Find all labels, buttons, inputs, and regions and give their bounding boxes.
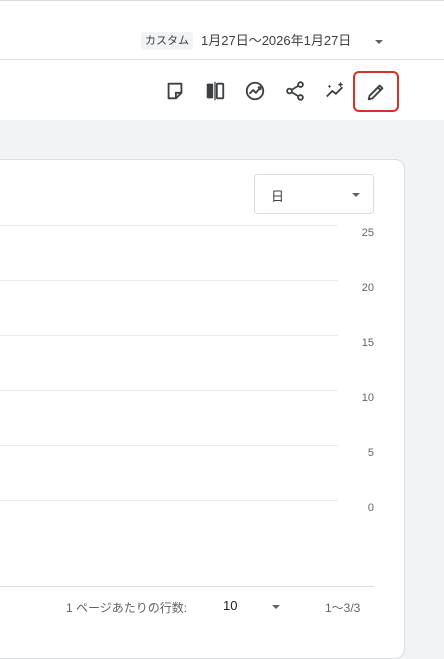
trend-insights-button[interactable] [317,73,353,109]
insights-icon [245,81,265,101]
pagination-range: 1〜3/3 [325,601,361,615]
grid-line [0,500,338,501]
grid-line [0,335,338,336]
insights-button[interactable] [237,73,273,109]
compare-icon [206,81,225,101]
sticky-note-button[interactable] [157,73,193,109]
granularity-value: 日 [271,189,285,204]
y-tick-label: 5 [367,447,374,459]
y-tick-label: 25 [361,227,374,239]
date-range-text[interactable]: 1月27日〜2026年1月27日 [201,32,351,50]
report-toolbar [0,60,444,120]
share-button[interactable] [277,73,313,109]
grid-line [0,225,338,226]
y-tick-label: 10 [361,392,374,404]
rows-per-page-select[interactable]: 10 [223,598,237,613]
compare-button[interactable] [197,73,233,109]
chevron-down-icon[interactable] [372,35,386,49]
date-header: カスタム 1月27日〜2026年1月27日 [0,0,444,60]
grid-line [0,280,338,281]
y-tick-label: 15 [361,337,374,349]
date-preset-chip[interactable]: カスタム [141,32,193,50]
sparkle-trend-icon [326,81,344,98]
y-tick-label: 20 [361,282,374,294]
chevron-down-icon [352,193,360,197]
edit-report-button[interactable] [353,71,399,112]
share-icon [286,81,304,101]
grid-line [0,445,338,446]
chevron-down-icon[interactable] [269,600,283,614]
granularity-select[interactable]: 日 [254,174,374,214]
edit-pencil-icon [367,84,384,100]
grid-line [0,390,338,391]
table-divider [0,586,374,587]
rows-per-page-label: 1 ページあたりの行数: [66,601,188,615]
y-tick-label: 0 [367,502,374,514]
sticky-note-icon [167,82,183,100]
